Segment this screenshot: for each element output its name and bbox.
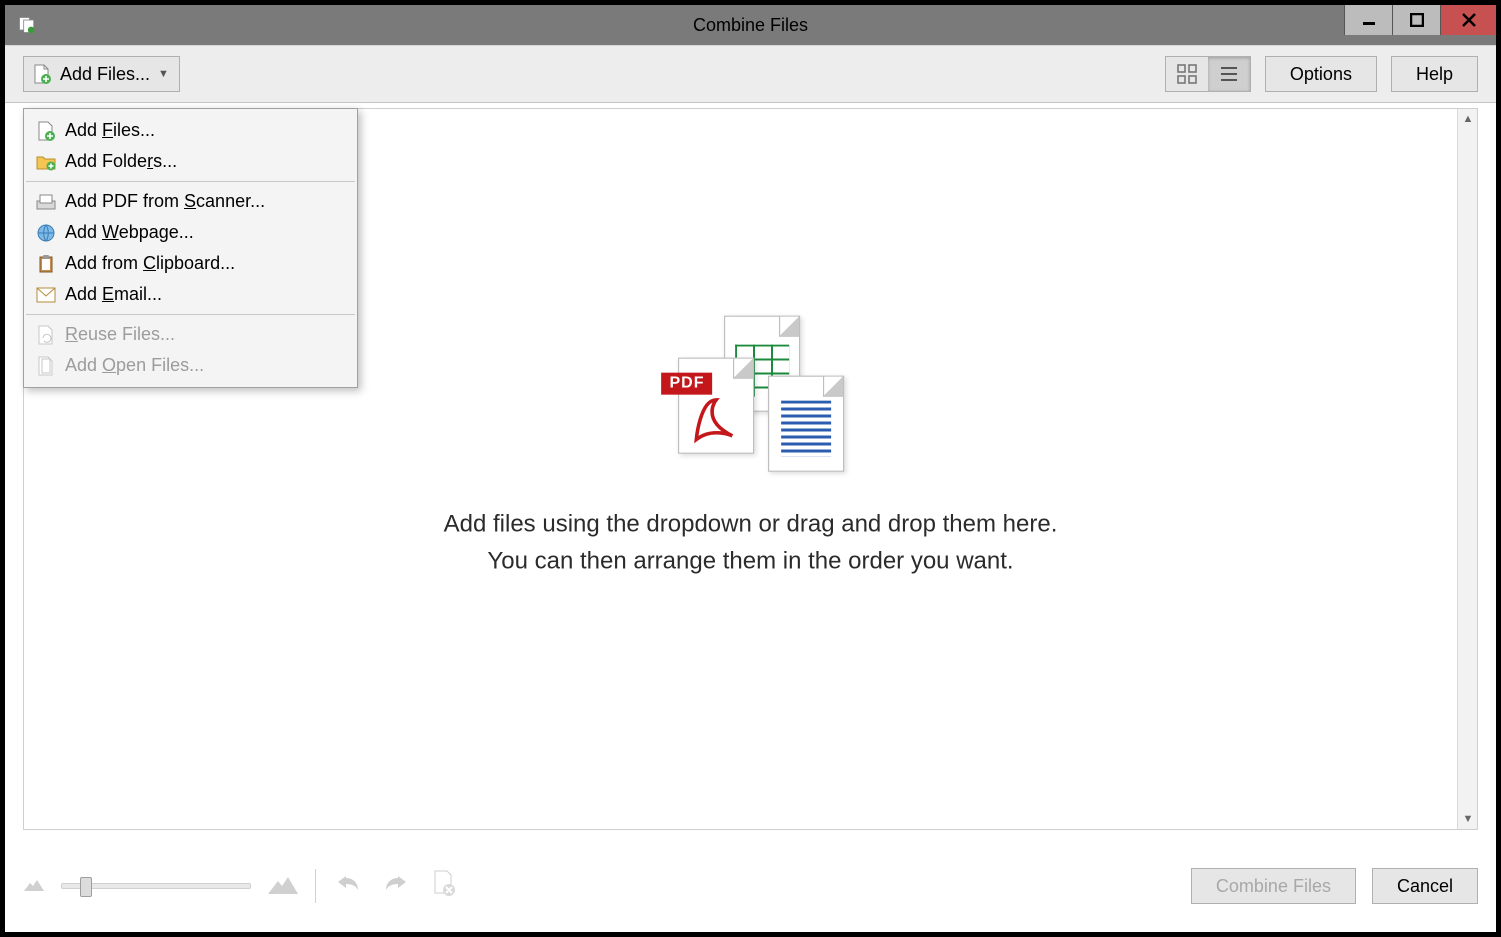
- thumbnail-small-icon: [23, 876, 45, 897]
- close-button[interactable]: [1440, 5, 1496, 35]
- menu-label: Reuse Files...: [65, 324, 175, 345]
- clipboard-icon: [36, 254, 56, 274]
- page-plus-icon: [32, 64, 52, 84]
- reuse-files-icon: [36, 325, 56, 345]
- footer: Combine Files Cancel: [23, 858, 1478, 914]
- email-icon: [36, 285, 56, 305]
- scroll-down-arrow[interactable]: ▼: [1458, 809, 1478, 829]
- thumbnail-large-icon: [267, 873, 299, 900]
- empty-state: PDF Add files using the dropdown or drag…: [444, 316, 1058, 580]
- add-files-dropdown-button[interactable]: Add Files... ▼: [23, 56, 180, 92]
- pdf-doc-icon: PDF: [678, 358, 754, 454]
- menu-label: Add Files...: [65, 120, 155, 141]
- menu-label: Add PDF from Scanner...: [65, 191, 265, 212]
- grid-view-icon: [1176, 63, 1198, 85]
- menu-add-open-files: Add Open Files...: [24, 350, 357, 381]
- divider: [315, 869, 316, 903]
- text-doc-icon: [768, 376, 844, 472]
- options-button[interactable]: Options: [1265, 56, 1377, 92]
- menu-add-clipboard[interactable]: Add from Clipboard...: [24, 248, 357, 279]
- remove-file-button[interactable]: [428, 870, 460, 903]
- slider-thumb[interactable]: [80, 877, 92, 897]
- menu-label: Add Folders...: [65, 151, 177, 172]
- cancel-button[interactable]: Cancel: [1372, 868, 1478, 904]
- list-view-icon: [1218, 63, 1240, 85]
- combine-files-button: Combine Files: [1191, 868, 1356, 904]
- chevron-down-icon: ▼: [158, 68, 169, 80]
- list-view-button[interactable]: [1208, 57, 1250, 91]
- menu-add-scanner[interactable]: Add PDF from Scanner...: [24, 186, 357, 217]
- toolbar: Add Files... ▼ Options Help: [5, 45, 1496, 103]
- undo-button[interactable]: [332, 872, 364, 901]
- menu-add-email[interactable]: Add Email...: [24, 279, 357, 310]
- menu-separator: [26, 314, 355, 315]
- open-files-icon: [36, 356, 56, 376]
- menu-separator: [26, 181, 355, 182]
- maximize-button[interactable]: [1392, 5, 1440, 35]
- page-plus-icon: [36, 121, 56, 141]
- scroll-up-arrow[interactable]: ▲: [1458, 109, 1478, 129]
- menu-add-webpage[interactable]: Add Webpage...: [24, 217, 357, 248]
- empty-state-line1: Add files using the dropdown or drag and…: [444, 506, 1058, 543]
- titlebar: Combine Files: [5, 5, 1496, 45]
- add-files-menu: Add Files... Add Folders... Add PDF from…: [23, 108, 358, 388]
- menu-label: Add Email...: [65, 284, 162, 305]
- document-icons: PDF: [650, 316, 850, 486]
- redo-button[interactable]: [380, 872, 412, 901]
- menu-reuse-files: Reuse Files...: [24, 319, 357, 350]
- menu-add-files[interactable]: Add Files...: [24, 115, 357, 146]
- add-files-label: Add Files...: [60, 64, 150, 85]
- webpage-icon: [36, 223, 56, 243]
- menu-label: Add from Clipboard...: [65, 253, 235, 274]
- help-button[interactable]: Help: [1391, 56, 1478, 92]
- menu-label: Add Webpage...: [65, 222, 194, 243]
- minimize-button[interactable]: [1344, 5, 1392, 35]
- menu-add-folders[interactable]: Add Folders...: [24, 146, 357, 177]
- window-controls: [1344, 5, 1496, 35]
- pdf-badge: PDF: [661, 373, 712, 395]
- vertical-scrollbar[interactable]: ▲ ▼: [1457, 109, 1477, 829]
- thumbnail-view-button[interactable]: [1166, 57, 1208, 91]
- window-title: Combine Files: [5, 15, 1496, 36]
- menu-label: Add Open Files...: [65, 355, 204, 376]
- view-toggle: [1165, 56, 1251, 92]
- empty-state-line2: You can then arrange them in the order y…: [444, 543, 1058, 580]
- scanner-icon: [36, 192, 56, 212]
- folder-plus-icon: [36, 152, 56, 172]
- app-icon: [15, 13, 39, 37]
- thumbnail-size-slider[interactable]: [61, 883, 251, 889]
